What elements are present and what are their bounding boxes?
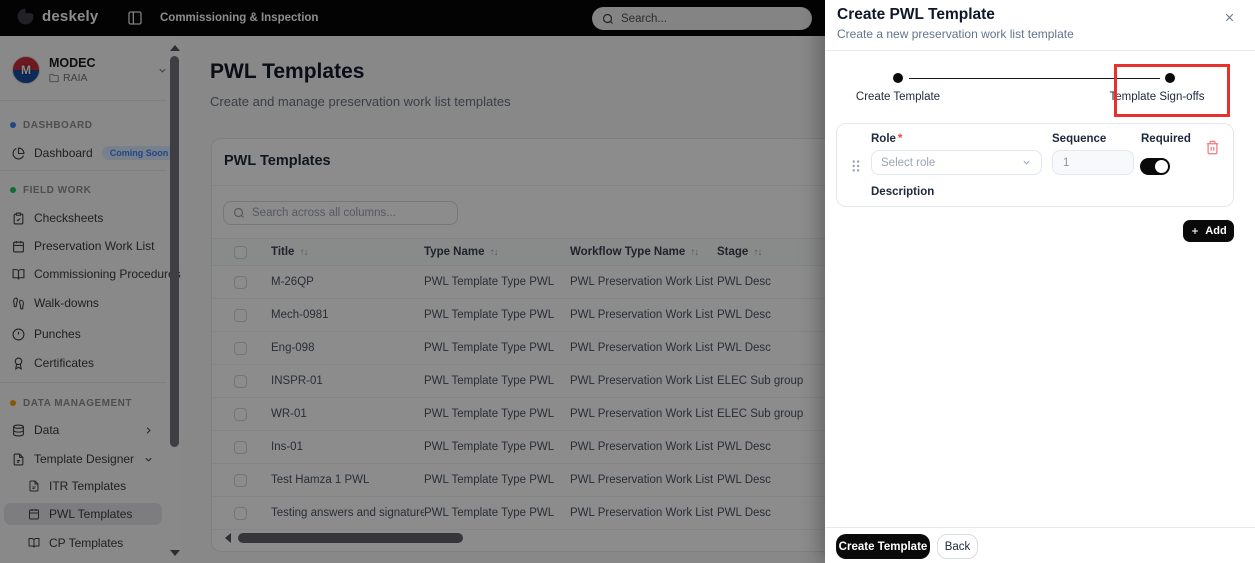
trash-icon[interactable]: [1205, 140, 1220, 155]
signoff-row-card: Role* Select role Sequence Required Desc…: [836, 123, 1234, 207]
create-pwl-template-drawer: Create PWL Template Create a new preserv…: [825, 0, 1255, 563]
required-asterisk: *: [897, 133, 903, 145]
required-toggle[interactable]: [1140, 158, 1170, 175]
toggle-knob: [1155, 160, 1168, 173]
drawer-title: Create PWL Template: [837, 6, 995, 23]
sequence-input[interactable]: [1052, 150, 1134, 175]
step-label-create-template[interactable]: Create Template: [833, 91, 963, 103]
step-dot-create-template: [893, 73, 903, 83]
drawer-subtitle: Create a new preservation work list temp…: [837, 27, 1074, 41]
divider: [825, 50, 1255, 51]
required-label: Required: [1141, 133, 1191, 145]
plus-icon: [1192, 228, 1199, 234]
drag-handle-icon[interactable]: [851, 159, 860, 173]
red-annotation-box: [1114, 64, 1230, 117]
role-label: Role *: [871, 133, 903, 145]
divider: [825, 527, 1255, 528]
role-select[interactable]: Select role: [871, 150, 1042, 175]
role-select-placeholder: Select role: [881, 156, 936, 169]
close-icon[interactable]: [1220, 8, 1238, 26]
description-label: Description: [871, 186, 935, 198]
back-button[interactable]: Back: [937, 534, 978, 559]
sequence-label: Sequence: [1052, 133, 1107, 145]
add-signoff-button[interactable]: Add: [1183, 220, 1234, 242]
chevron-down-icon: [1023, 160, 1030, 165]
modal-dim-overlay[interactable]: [0, 0, 825, 563]
create-template-button[interactable]: Create Template: [836, 534, 930, 559]
